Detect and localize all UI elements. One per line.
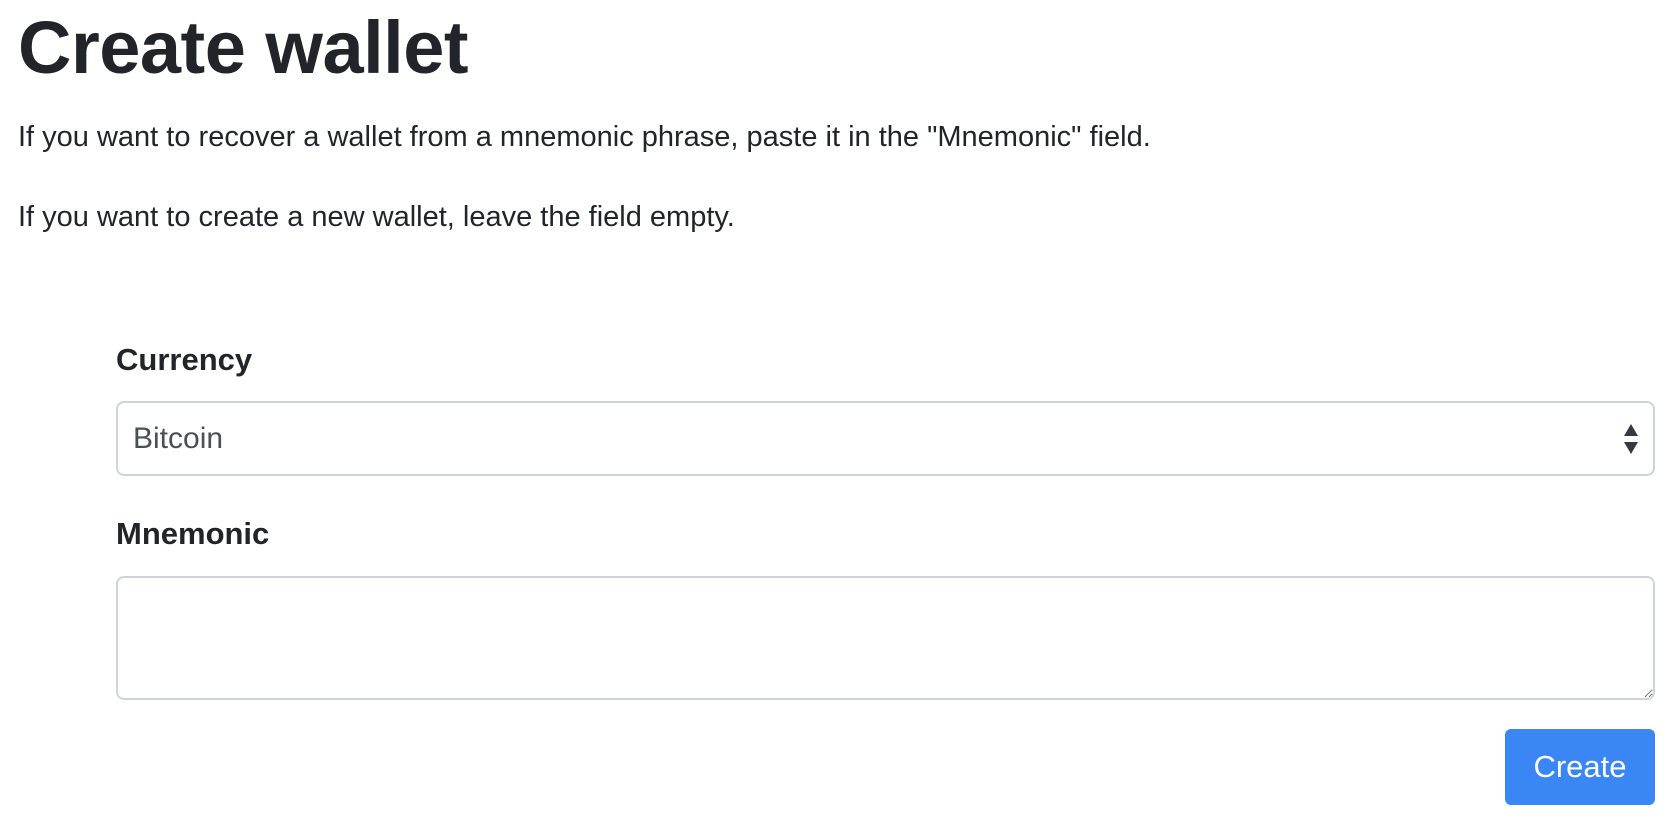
mnemonic-group: Mnemonic [116, 514, 1655, 700]
mnemonic-label: Mnemonic [116, 516, 270, 551]
page-title: Create wallet [18, 6, 469, 89]
create-wallet-form: Currency Bitcoin Mnemonic [116, 340, 1655, 700]
currency-label: Currency [116, 342, 253, 377]
currency-select[interactable]: Bitcoin [116, 401, 1655, 476]
mnemonic-textarea[interactable] [116, 576, 1655, 700]
currency-select-wrapper: Bitcoin [116, 401, 1655, 476]
intro-recover-text: If you want to recover a wallet from a m… [18, 121, 1151, 153]
create-button[interactable]: Create [1505, 729, 1655, 805]
intro-new-wallet-text: If you want to create a new wallet, leav… [18, 201, 735, 233]
